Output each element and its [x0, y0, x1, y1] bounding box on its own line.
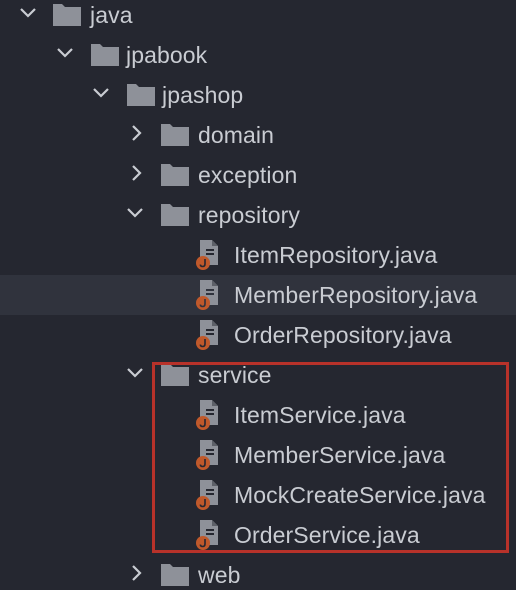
chevron-right-icon[interactable]	[127, 555, 151, 590]
tree-row-jpashop[interactable]: jpashop	[0, 75, 516, 115]
tree-row-repository[interactable]: repository	[0, 195, 516, 235]
folder-icon	[161, 124, 189, 146]
folder-icon	[161, 204, 189, 226]
tree-row-label: service	[198, 362, 272, 388]
tree-row-label: java	[90, 2, 133, 28]
tree-row-label: MemberService.java	[234, 442, 446, 468]
tree-row-label: OrderRepository.java	[234, 322, 452, 348]
tree-row-label: web	[198, 562, 241, 588]
folder-icon	[161, 164, 189, 186]
chevron-down-icon[interactable]	[125, 355, 149, 395]
chevron-down-icon[interactable]	[91, 75, 115, 115]
project-tree: java jpabook jpashop domain exception re…	[0, 0, 516, 590]
folder-icon	[161, 364, 189, 386]
tree-row-item-repository[interactable]: ItemRepository.java	[0, 235, 516, 275]
java-class-icon	[196, 280, 218, 310]
folder-icon	[53, 4, 81, 26]
java-class-icon	[196, 320, 218, 350]
tree-row-member-service[interactable]: MemberService.java	[0, 435, 516, 475]
tree-row-order-repository[interactable]: OrderRepository.java	[0, 315, 516, 355]
tree-row-java[interactable]: java	[0, 0, 516, 35]
folder-icon	[91, 44, 119, 66]
folder-icon	[127, 84, 155, 106]
chevron-right-icon[interactable]	[127, 115, 151, 155]
tree-row-exception[interactable]: exception	[0, 155, 516, 195]
tree-row-label: MockCreateService.java	[234, 482, 486, 508]
tree-row-label: domain	[198, 122, 275, 148]
tree-row-domain[interactable]: domain	[0, 115, 516, 155]
java-class-icon	[196, 480, 218, 510]
tree-row-label: ItemService.java	[234, 402, 406, 428]
tree-row-label: OrderService.java	[234, 522, 420, 548]
tree-row-item-service[interactable]: ItemService.java	[0, 395, 516, 435]
java-class-icon	[196, 400, 218, 430]
chevron-down-icon[interactable]	[18, 0, 42, 35]
tree-row-jpabook[interactable]: jpabook	[0, 35, 516, 75]
chevron-right-icon[interactable]	[127, 155, 151, 195]
tree-row-member-repository[interactable]: MemberRepository.java	[0, 275, 516, 315]
tree-row-label: MemberRepository.java	[234, 282, 478, 308]
tree-row-label: jpabook	[126, 42, 208, 68]
tree-row-label: jpashop	[162, 82, 244, 108]
tree-row-web[interactable]: web	[0, 555, 516, 590]
folder-icon	[161, 564, 189, 586]
java-class-icon	[196, 240, 218, 270]
tree-row-order-service[interactable]: OrderService.java	[0, 515, 516, 555]
tree-row-label: ItemRepository.java	[234, 242, 438, 268]
chevron-down-icon[interactable]	[55, 35, 79, 75]
java-class-icon	[196, 440, 218, 470]
tree-row-mock-create-service[interactable]: MockCreateService.java	[0, 475, 516, 515]
chevron-down-icon[interactable]	[125, 195, 149, 235]
tree-row-label: exception	[198, 162, 298, 188]
java-class-icon	[196, 520, 218, 550]
tree-row-label: repository	[198, 202, 300, 228]
tree-row-service[interactable]: service	[0, 355, 516, 395]
